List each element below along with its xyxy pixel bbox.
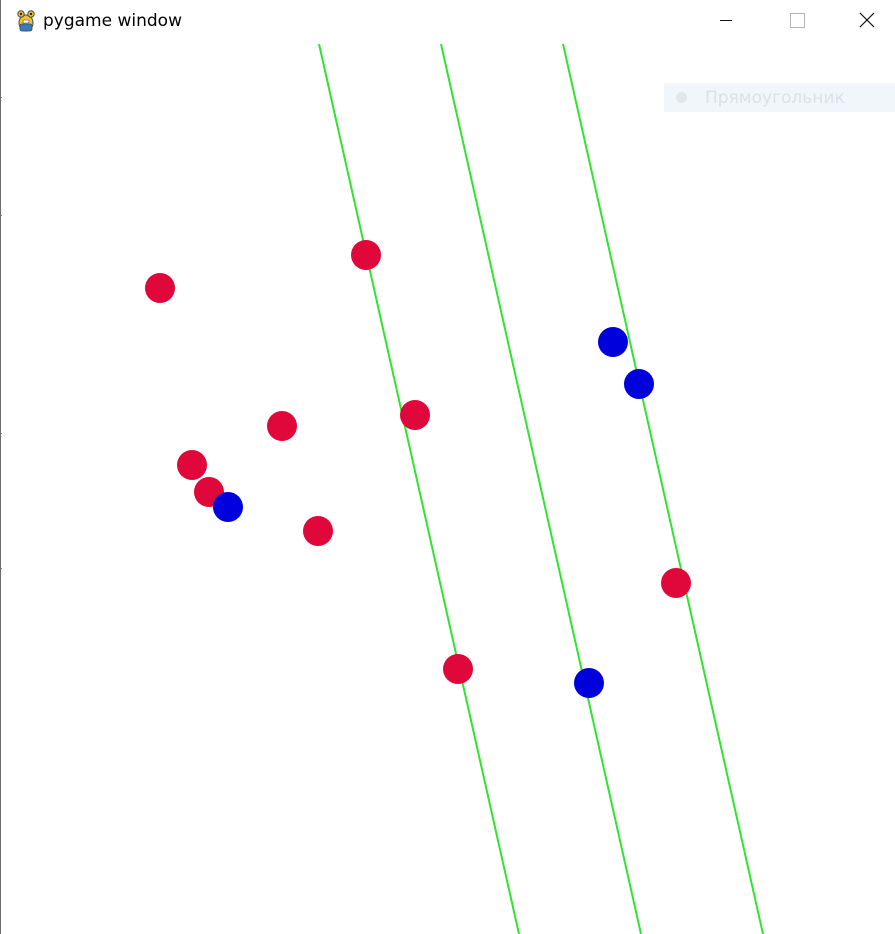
radio-dot-icon[interactable] xyxy=(676,92,687,103)
red-point-9[interactable] xyxy=(661,568,691,598)
pygame-window: pygame window Прямоугольник xyxy=(0,0,895,934)
red-point-8[interactable] xyxy=(443,654,473,684)
separator-line-3 xyxy=(562,43,764,934)
maximize-icon xyxy=(790,13,805,28)
separator-line-1 xyxy=(318,43,520,934)
blue-point-2[interactable] xyxy=(598,327,628,357)
red-point-1[interactable] xyxy=(145,273,175,303)
red-point-4[interactable] xyxy=(400,400,430,430)
title-bar[interactable]: pygame window xyxy=(1,0,895,42)
red-point-7[interactable] xyxy=(303,516,333,546)
red-point-2[interactable] xyxy=(351,240,381,270)
blue-point-3[interactable] xyxy=(624,369,654,399)
blue-point-4[interactable] xyxy=(574,668,604,698)
window-title: pygame window xyxy=(43,11,182,31)
close-button[interactable] xyxy=(832,0,895,42)
maximize-button[interactable] xyxy=(764,0,828,42)
blue-point-1[interactable] xyxy=(213,492,243,522)
minimize-icon xyxy=(720,20,732,21)
legend-option-rectangle[interactable]: Прямоугольник xyxy=(664,83,895,112)
minimize-button[interactable] xyxy=(696,0,760,42)
legend-label: Прямоугольник xyxy=(705,88,845,108)
close-icon xyxy=(859,12,875,28)
game-canvas[interactable] xyxy=(2,42,895,934)
pygame-snake-icon xyxy=(17,10,35,32)
red-point-3[interactable] xyxy=(267,411,297,441)
separator-line-2 xyxy=(440,43,642,934)
red-point-5[interactable] xyxy=(177,450,207,480)
